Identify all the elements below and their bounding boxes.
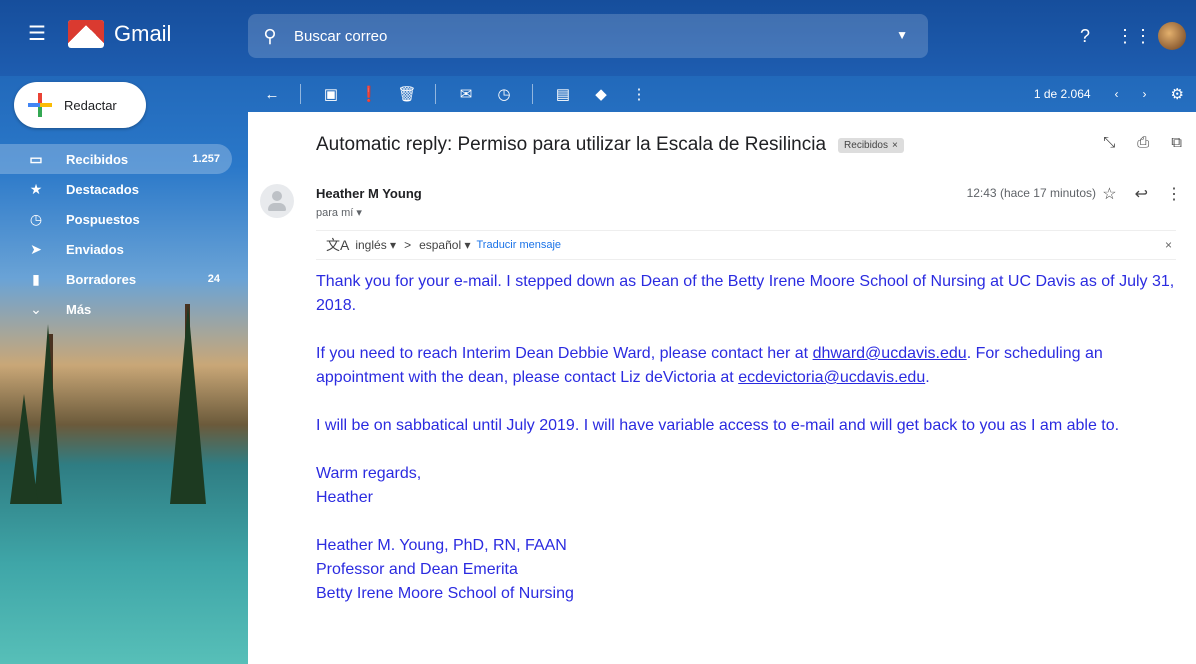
chevron-down-icon: ⌄ [30,300,42,317]
label-chip-text: Recibidos [844,139,888,151]
draft-count: 24 [207,273,220,285]
translate-arrow: > [404,238,412,252]
close-translate-icon[interactable]: × [1165,238,1172,252]
back-icon[interactable]: ← [258,86,286,103]
more-icon[interactable]: ⋮ [625,85,653,103]
remove-label-icon[interactable]: × [892,140,898,151]
sidebar-item-sent[interactable]: ➤ Enviados [0,234,232,264]
sidebar-item-drafts[interactable]: ▮ Borradores 24 [0,264,232,294]
search-bar: ⚲ ▼ [248,14,928,58]
search-options-icon[interactable]: ▼ [896,28,908,42]
report-spam-icon[interactable]: ❗ [355,85,383,103]
closing-line: Warm regards, [316,465,422,482]
email-subject: Automatic reply: Permiso para utilizar l… [316,134,827,155]
body-paragraph: I will be on sabbatical until July 2019.… [316,417,1120,434]
source-language: inglés [355,238,387,252]
translate-message-link[interactable]: Traducir mensaje [476,239,561,251]
help-icon[interactable]: ? [1074,26,1096,47]
archive-icon[interactable]: ▣ [317,85,345,103]
sidebar-item-label: Destacados [66,181,139,197]
expand-all-icon[interactable]: ⤡ [1103,134,1115,151]
sidebar-item-label: Pospuestos [66,211,140,227]
divider [435,84,436,104]
sidebar-item-label: Enviados [66,241,124,257]
translate-bar: 文A inglés ▾ > español ▾ Traducir mensaje… [316,230,1176,260]
compose-button[interactable]: Redactar [14,82,146,128]
send-icon: ➤ [30,240,42,257]
prev-icon[interactable]: ‹ [1115,87,1119,101]
recipient-text: para mí [316,207,354,219]
more-actions-icon[interactable]: ⋮ [1166,184,1182,204]
body-paragraph: Thank you for your e-mail. I stepped dow… [316,273,1175,314]
plus-icon [28,93,52,117]
closing-name: Heather [316,489,373,506]
sidebar-item-inbox[interactable]: ▭ Recibidos 1.257 [0,144,232,174]
label-icon[interactable]: ◆ [587,85,615,103]
signature-line: Heather M. Young, PhD, RN, FAAN [316,537,567,554]
open-new-window-icon[interactable]: ⧉ [1171,134,1182,151]
message-time: 12:43 (hace 17 minutos) [966,186,1096,200]
email-link[interactable]: ecdevictoria@ucdavis.edu [738,369,925,386]
target-language-select[interactable]: español ▾ [419,238,470,252]
signature-line: Professor and Dean Emerita [316,561,518,578]
body-paragraph: If you need to reach Interim Dean Debbie… [316,342,1186,390]
sidebar-item-label: Borradores [66,271,137,287]
gmail-logo[interactable]: Gmail [68,20,171,48]
star-icon: ★ [29,180,43,197]
body-text: . [925,369,930,386]
draft-icon: ▮ [32,270,40,287]
label-chip[interactable]: Recibidos × [838,137,904,153]
pager-text: 1 de 2.064 [1033,87,1091,101]
sidebar-item-more[interactable]: ⌄ Más [0,294,232,324]
compose-label: Redactar [64,97,117,113]
snooze-icon[interactable]: ◷ [490,85,518,103]
star-icon[interactable]: ☆ [1102,184,1116,204]
mark-unread-icon[interactable]: ✉ [452,85,480,103]
search-input[interactable] [292,26,852,46]
search-icon[interactable]: ⚲ [248,26,292,47]
sender-avatar [260,184,294,218]
sender-name[interactable]: Heather M Young [316,186,422,201]
apps-grid-icon[interactable]: ⋮⋮ [1116,26,1152,47]
top-bar: ☰ Gmail ⚲ ▼ ? ⋮⋮ [0,0,1196,76]
recipient-caret-icon: ▾ [356,207,362,219]
move-to-icon[interactable]: ▤ [549,85,577,103]
message-body: Thank you for your e-mail. I stepped dow… [316,270,1186,606]
account-avatar[interactable] [1158,22,1186,50]
message-view: Automatic reply: Permiso para utilizar l… [248,112,1196,664]
signature-line: Betty Irene Moore School of Nursing [316,585,574,602]
divider [300,84,301,104]
body-text: If you need to reach Interim Dean Debbie… [316,345,813,362]
source-language-select[interactable]: inglés ▾ [355,238,396,252]
delete-icon[interactable]: 🗑 [393,85,421,103]
message-toolbar: ← ▣ ❗ 🗑 ✉ ◷ ▤ ◆ ⋮ 1 de 2.064 ‹ › ⚙ [248,76,1196,112]
target-language: español [419,238,462,252]
print-icon[interactable]: ⎙ [1137,134,1149,151]
app-name: Gmail [114,21,172,46]
main-menu-icon[interactable]: ☰ [28,24,48,44]
clock-icon: ◷ [29,210,43,227]
reply-icon[interactable]: ↩ [1135,184,1148,204]
recipient-line[interactable]: para mí ▾ [316,206,362,219]
sidebar-item-starred[interactable]: ★ Destacados [0,174,232,204]
sidebar-item-snoozed[interactable]: ◷ Pospuestos [0,204,232,234]
sidebar-nav: ▭ Recibidos 1.257 ★ Destacados ◷ Pospues… [0,144,232,324]
subject-line: Automatic reply: Permiso para utilizar l… [316,134,904,156]
sidebar-item-label: Recibidos [66,151,129,167]
gmail-m-icon [68,20,104,48]
email-link[interactable]: dhward@ucdavis.edu [813,345,967,362]
settings-gear-icon[interactable]: ⚙ [1171,85,1184,103]
inbox-icon: ▭ [29,150,43,167]
sidebar-item-label: Más [66,301,92,317]
next-icon[interactable]: › [1143,87,1147,101]
translate-icon: 文A [326,237,350,253]
unread-count: 1.257 [192,153,220,165]
divider [532,84,533,104]
